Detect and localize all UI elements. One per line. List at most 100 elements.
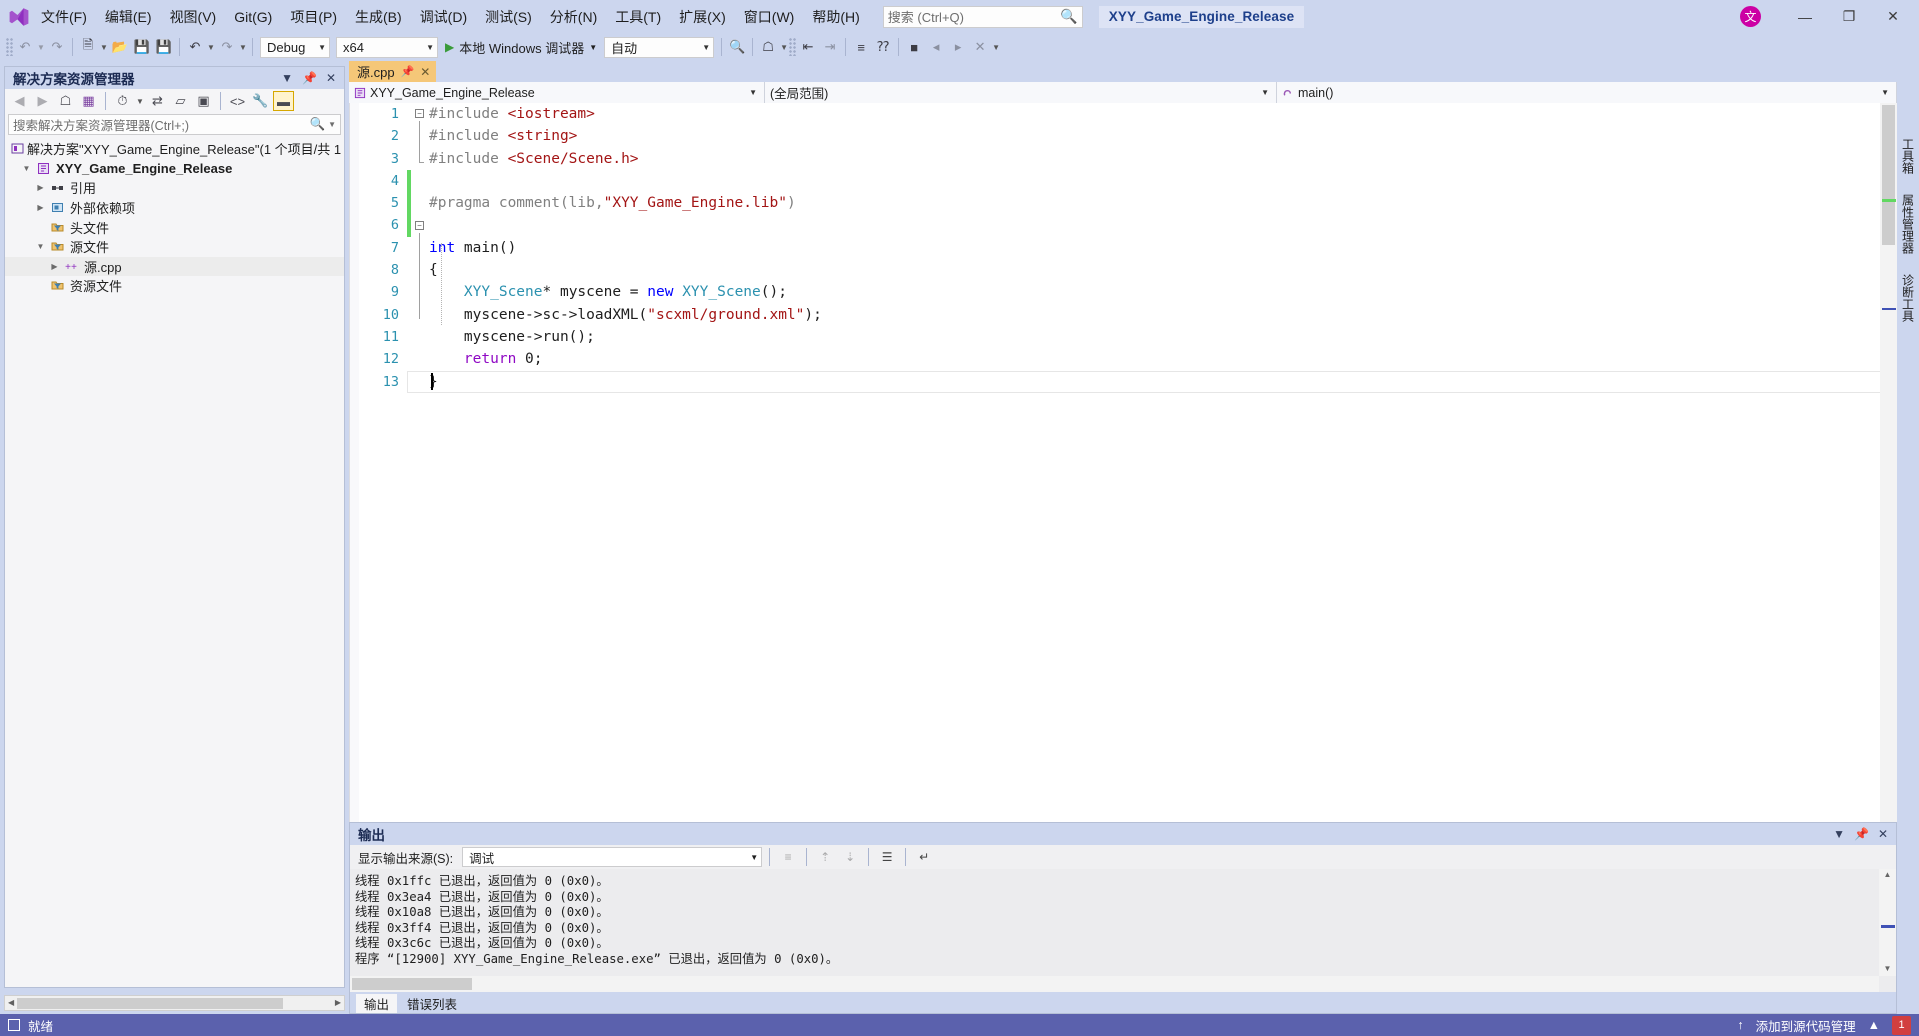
close-button[interactable]: ✕: [1871, 2, 1915, 32]
code-line[interactable]: #pragma comment(lib,"XYY_Game_Engine.lib…: [407, 192, 1897, 214]
code-line[interactable]: [407, 170, 1897, 192]
scroll-down-icon[interactable]: ▼: [1880, 964, 1895, 975]
code-line[interactable]: #include <iostream>: [407, 103, 1897, 125]
comment-icon[interactable]: ⁇: [872, 36, 894, 58]
scrollbar-thumb[interactable]: [1882, 105, 1895, 245]
add-to-source-control-label[interactable]: 添加到源代码管理: [1756, 1016, 1856, 1035]
redo-icon[interactable]: ↷: [216, 36, 238, 58]
menu-git[interactable]: Git(G): [225, 4, 281, 30]
step-into-icon[interactable]: ⇤: [797, 36, 819, 58]
collapse-all-icon[interactable]: ▱: [170, 91, 191, 111]
wrench-icon[interactable]: 🔧: [250, 91, 271, 111]
nav-project-combo[interactable]: XYY_Game_Engine_Release ▼: [349, 82, 765, 103]
output-hscrollbar[interactable]: [350, 976, 1879, 992]
toggle-wordwrap-icon[interactable]: ↵: [913, 847, 935, 867]
active-project-chip[interactable]: XYY_Game_Engine_Release: [1098, 5, 1305, 28]
clear-all-icon[interactable]: ☰: [876, 847, 898, 867]
language-badge[interactable]: 文: [1740, 6, 1761, 27]
code-line[interactable]: return 0;: [407, 348, 1897, 370]
close-icon[interactable]: ✕: [326, 71, 336, 85]
tree-item-references[interactable]: ▶ 引用: [5, 178, 344, 198]
pin-icon[interactable]: 📌: [302, 71, 317, 85]
tab-output[interactable]: 输出: [356, 994, 398, 1013]
pin-icon[interactable]: 📌: [401, 65, 415, 78]
preview-selected-icon[interactable]: ▬: [273, 91, 294, 111]
prev-bookmark-icon[interactable]: ◂: [925, 36, 947, 58]
global-search-input[interactable]: 搜索 (Ctrl+Q) 🔍: [882, 5, 1083, 28]
sync-with-doc-icon[interactable]: ▦: [78, 91, 99, 111]
properties-icon[interactable]: ▣: [193, 91, 214, 111]
tab-error-list[interactable]: 错误列表: [399, 994, 466, 1013]
toolbar-overflow-icon[interactable]: ▼: [991, 43, 1001, 52]
code-line[interactable]: XYY_Scene* myscene = new XYY_Scene();: [407, 281, 1897, 303]
menu-help[interactable]: 帮助(H): [803, 4, 868, 30]
toolbar-grip[interactable]: [6, 38, 14, 56]
nav-member-combo[interactable]: main() ▼: [1277, 82, 1897, 103]
twisty-collapsed[interactable]: ▶: [33, 203, 48, 212]
vtab-toolbox[interactable]: 工具箱: [1897, 128, 1919, 184]
menu-test[interactable]: 测试(S): [476, 4, 541, 30]
chevron-down-icon[interactable]: ▼: [135, 97, 145, 106]
refresh-icon[interactable]: ⇄: [147, 91, 168, 111]
output-text-area[interactable]: 线程 0x1ffc 已退出，返回值为 0 (0x0)。 线程 0x3ea4 已退…: [350, 869, 1896, 992]
navigate-forward-icon[interactable]: ↷: [46, 36, 68, 58]
menu-build[interactable]: 生成(B): [346, 4, 411, 30]
output-vscrollbar[interactable]: ▲ ▼: [1879, 869, 1896, 976]
go-to-prev-icon[interactable]: ⇡: [814, 847, 836, 867]
start-debugging-button[interactable]: ▶ 本地 Windows 调试器 ▼: [441, 36, 601, 58]
undo-icon[interactable]: ↶: [184, 36, 206, 58]
fold-toggle-include[interactable]: −: [415, 109, 424, 118]
new-project-icon[interactable]: 🗎: [77, 36, 99, 58]
undo-dropdown-icon[interactable]: ▼: [206, 43, 216, 52]
tree-item-source-cpp[interactable]: ▶ ++ 源.cpp: [5, 256, 344, 277]
tree-item-source-files[interactable]: ▼ 源文件: [5, 237, 344, 257]
twisty-collapsed[interactable]: ▶: [33, 183, 48, 192]
save-icon[interactable]: 💾: [131, 36, 153, 58]
arrow-up-icon[interactable]: ↑: [1737, 1018, 1743, 1032]
next-bookmark-icon[interactable]: ▸: [947, 36, 969, 58]
output-source-combo[interactable]: 调试 ▼: [462, 847, 763, 867]
solution-explorer-search-input[interactable]: 搜索解决方案资源管理器(Ctrl+;) 🔍 ▼: [8, 114, 341, 135]
tree-item-solution[interactable]: 解决方案"XYY_Game_Engine_Release"(1 个项目/共 1 …: [5, 139, 344, 159]
redo-dropdown-icon[interactable]: ▼: [238, 43, 248, 52]
code-line[interactable]: [407, 214, 1897, 236]
pending-changes-icon[interactable]: ⏱: [112, 91, 133, 111]
tree-item-external-deps[interactable]: ▶ 外部依赖项: [5, 198, 344, 218]
chevron-up-icon[interactable]: ▲: [1868, 1018, 1880, 1032]
home-icon[interactable]: ☖: [757, 36, 779, 58]
menu-analyze[interactable]: 分析(N): [541, 4, 606, 30]
menu-extensions[interactable]: 扩展(X): [670, 4, 735, 30]
new-dropdown-icon[interactable]: ▼: [99, 43, 109, 52]
scrollbar-thumb[interactable]: [352, 978, 472, 990]
solution-platform-combo[interactable]: x64 ▼: [336, 36, 438, 58]
bookmark-icon[interactable]: ■: [903, 36, 925, 58]
forward-icon[interactable]: ▶: [32, 91, 53, 111]
menu-tools[interactable]: 工具(T): [606, 4, 670, 30]
menu-file[interactable]: 文件(F): [32, 4, 96, 30]
nav-scope-combo[interactable]: (全局范围) ▼: [765, 82, 1277, 103]
menu-debug[interactable]: 调试(D): [411, 4, 476, 30]
save-all-icon[interactable]: 💾: [153, 36, 175, 58]
tree-item-header-files[interactable]: 头文件: [5, 217, 344, 237]
home-dropdown-icon[interactable]: ▼: [779, 43, 789, 52]
scroll-right-icon[interactable]: ▶: [335, 998, 341, 1007]
code-line[interactable]: #include <Scene/Scene.h>: [407, 148, 1897, 170]
menu-project[interactable]: 项目(P): [281, 4, 346, 30]
tree-item-project[interactable]: ▼ XYY_Game_Engine_Release: [5, 159, 344, 179]
menu-view[interactable]: 视图(V): [161, 4, 226, 30]
notification-icon[interactable]: 1: [1892, 1015, 1911, 1035]
solution-explorer-hscrollbar[interactable]: ◀ ▶: [4, 995, 345, 1011]
pin-icon[interactable]: 📌: [1854, 827, 1869, 841]
find-in-files-icon[interactable]: 🔍: [726, 36, 748, 58]
twisty-expanded[interactable]: ▼: [33, 242, 48, 251]
code-line[interactable]: int main(): [407, 237, 1897, 259]
back-icon[interactable]: ◀: [9, 91, 30, 111]
solution-config-combo[interactable]: Debug ▼: [260, 36, 330, 58]
scrollbar-thumb[interactable]: [17, 998, 283, 1009]
open-file-icon[interactable]: 📂: [109, 36, 131, 58]
vtab-property-manager[interactable]: 属性管理器: [1897, 184, 1919, 264]
restore-button[interactable]: ❐: [1827, 2, 1871, 32]
indent-icon[interactable]: ≡: [850, 36, 872, 58]
step-over-icon[interactable]: ⇥: [819, 36, 841, 58]
tab-source-cpp[interactable]: 源.cpp 📌 ✕: [349, 61, 437, 82]
